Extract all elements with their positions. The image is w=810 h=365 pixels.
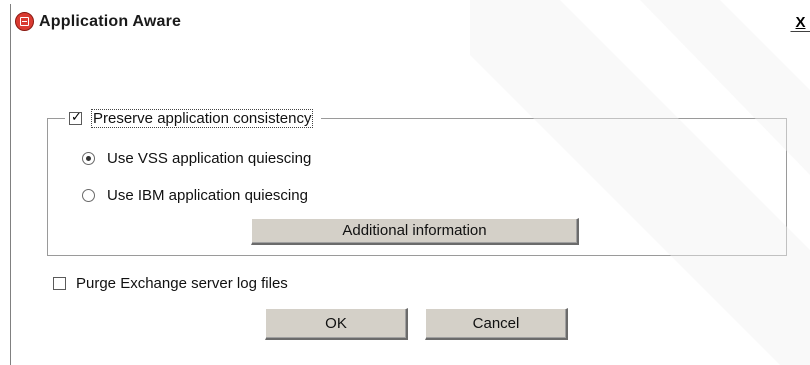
vss-quiescing-label: Use VSS application quiescing [107,149,312,167]
purge-logs-label: Purge Exchange server log files [76,274,288,292]
close-button[interactable]: X [790,13,810,32]
preserve-consistency-label: Preserve application consistency [91,108,314,128]
purge-logs-checkbox[interactable] [53,276,66,290]
vss-quiescing-radio[interactable] [82,151,95,165]
purge-logs-checkbox-row[interactable]: Purge Exchange server log files [53,273,288,293]
preserve-consistency-checkbox[interactable]: ✓ [69,108,82,125]
checkmark-icon: ✓ [71,108,82,124]
preserve-consistency-checkbox-row[interactable]: ✓ Preserve application consistency [65,107,322,129]
application-icon [15,12,34,31]
vss-quiescing-option[interactable]: Use VSS application quiescing [82,148,311,168]
title-bar[interactable]: Application Aware X [11,4,810,44]
close-icon: X [795,14,806,31]
application-aware-dialog: Application Aware X ✓ Preserve applicati… [10,4,810,365]
screenshot-stage: Application Aware X ✓ Preserve applicati… [0,0,810,365]
additional-information-button[interactable]: Additional information [251,218,579,245]
ibm-quiescing-option[interactable]: Use IBM application quiescing [82,185,308,205]
ibm-quiescing-label: Use IBM application quiescing [107,186,308,204]
window-title: Application Aware [39,13,182,30]
cancel-button[interactable]: Cancel [425,308,568,340]
radio-selected-dot [86,155,91,161]
ok-button[interactable]: OK [265,308,408,340]
ibm-quiescing-radio[interactable] [82,188,95,202]
